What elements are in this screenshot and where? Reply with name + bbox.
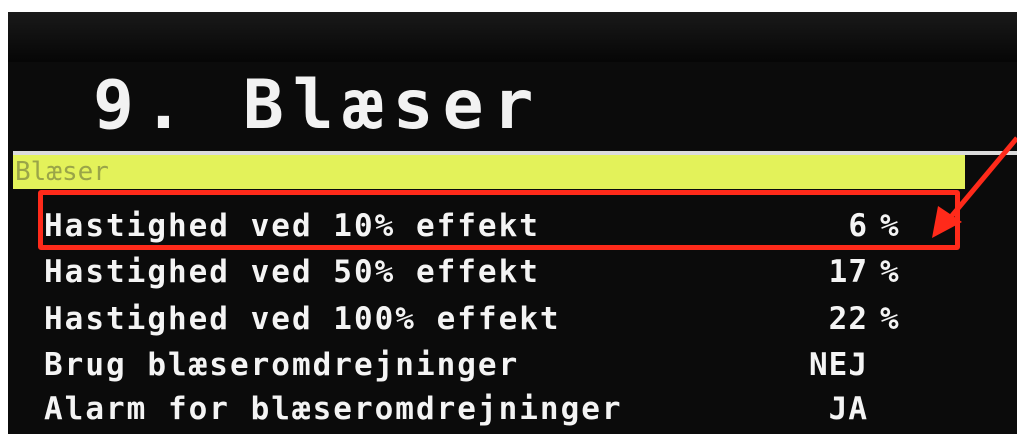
- row-value: NEJ: [809, 347, 868, 383]
- row-label: Hastighed ved 50% effekt: [44, 254, 540, 290]
- row-value: 17: [828, 254, 868, 290]
- menu-row-use-fan-rpm[interactable]: Brug blæseromdrejninger NEJ: [38, 345, 968, 385]
- row-value: 22: [828, 301, 868, 337]
- annotation-highlight-box: [38, 190, 960, 250]
- menu-row-speed-50[interactable]: Hastighed ved 50% effekt 17 %: [38, 252, 968, 292]
- menu-row-speed-100[interactable]: Hastighed ved 100% effekt 22 %: [38, 299, 968, 339]
- screen-bezel: [8, 12, 1017, 62]
- row-unit: %: [880, 254, 899, 290]
- menu-row-fan-rpm-alarm[interactable]: Alarm for blæseromdrejninger JA: [38, 389, 968, 429]
- row-unit: %: [880, 301, 899, 337]
- menu-title: 9. Blæser: [93, 66, 543, 145]
- row-label: Brug blæseromdrejninger: [44, 347, 520, 383]
- row-value: JA: [828, 391, 868, 427]
- row-label: Alarm for blæseromdrejninger: [44, 391, 623, 427]
- row-label: Hastighed ved 100% effekt: [44, 301, 561, 337]
- highlighted-menu-item[interactable]: Blæser: [13, 155, 965, 189]
